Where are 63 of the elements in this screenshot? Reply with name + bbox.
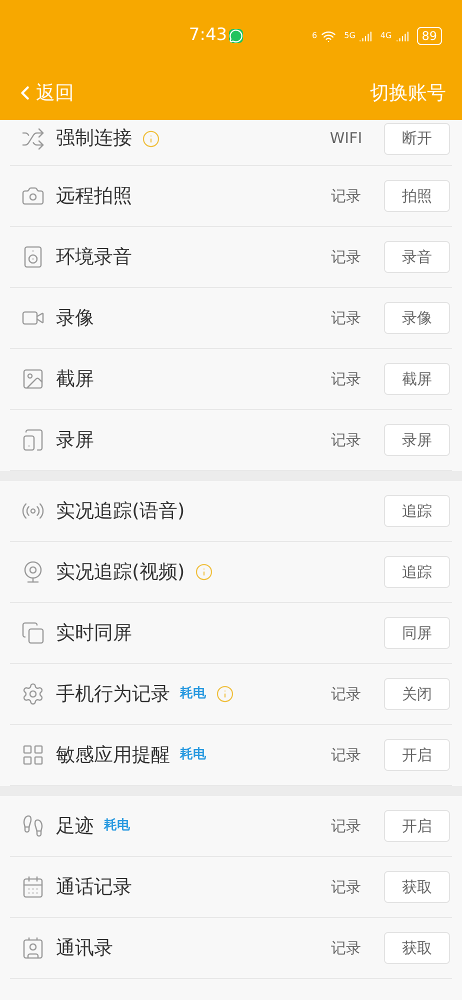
chat-app-icon [229,29,244,43]
record-link[interactable]: 记录 [316,936,376,960]
action-button[interactable]: 截屏 [384,363,450,395]
action-button[interactable]: 拍照 [384,180,450,212]
record-link[interactable]: 记录 [316,428,376,452]
action-button[interactable]: 关闭 [384,678,450,710]
feature-label: 手机行为记录 [56,682,170,707]
action-button[interactable]: 录屏 [384,424,450,456]
action-button[interactable]: 获取 [384,932,450,964]
battery-indicator: 89 [416,27,442,45]
feature-label: 足迹 [56,814,94,839]
signal-icon [359,30,372,42]
record-link[interactable]: WIFI [316,127,376,150]
action-button[interactable]: 录像 [384,302,450,334]
action-button[interactable]: 开启 [384,739,450,771]
record-link[interactable]: 记录 [316,814,376,838]
record-link[interactable]: 记录 [316,876,376,898]
tablet-icon [21,428,45,452]
wifi-icon [321,28,336,44]
feature-label: 环境录音 [56,244,132,270]
action-button[interactable]: 获取 [384,871,450,903]
image-icon [21,367,45,391]
action-button[interactable]: 追踪 [384,495,450,527]
feature-label: 实况追踪(语音) [56,498,185,524]
network-label: 5G [344,30,356,42]
footprint-icon [21,814,45,838]
apps-icon [21,743,45,767]
contact-book-icon [21,936,45,960]
record-link[interactable]: 记录 [316,744,376,766]
action-button[interactable]: 追踪 [384,556,450,588]
info-icon[interactable] [194,563,213,581]
feature-label: 远程拍照 [56,184,132,209]
feature-label: 通讯录 [56,936,113,961]
feature-label: 实况追踪(视频) [56,560,185,585]
feature-label: 敏感应用提醒 [56,742,170,768]
feature-label: 实时同屏 [56,620,132,646]
record-link[interactable]: 记录 [316,306,376,330]
status-time: 7:43 [188,24,228,48]
network-label: 4G [380,30,392,42]
record-link[interactable]: 记录 [316,184,376,208]
feature-label: 截屏 [56,366,94,392]
power-tag: 耗电 [180,745,206,765]
action-button[interactable]: 录音 [384,241,450,273]
wifi-label: 6 [312,30,318,42]
record-link[interactable]: 记录 [316,682,376,706]
action-button[interactable]: 断开 [384,122,450,154]
record-link[interactable]: 记录 [316,246,376,268]
action-button[interactable]: 同屏 [384,617,450,649]
power-tag: 耗电 [180,684,206,704]
info-icon[interactable] [216,685,234,703]
calendar-icon [21,875,45,899]
screens-icon [21,621,45,645]
gear-icon [21,682,45,706]
shuffle-icon [21,126,45,150]
signal-icon [396,30,409,42]
feature-label: 录像 [56,306,94,331]
info-icon[interactable] [142,130,160,148]
power-tag: 耗电 [104,816,130,836]
feature-label: 强制连接 [56,126,132,152]
feature-label: 通话记录 [56,874,132,900]
feature-label: 录屏 [56,428,94,453]
action-button[interactable]: 开启 [384,810,450,842]
record-link[interactable]: 记录 [316,368,376,390]
